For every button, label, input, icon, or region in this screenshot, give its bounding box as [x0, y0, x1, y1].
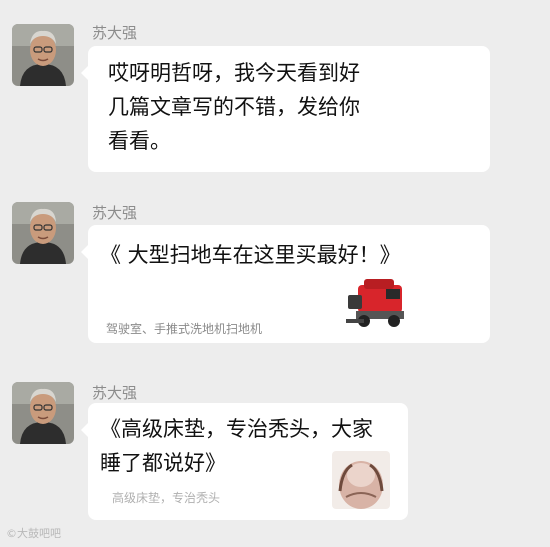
- watermark: ©大鼓吧吧: [6, 527, 61, 540]
- card-subtitle: 驾驶室、手推式洗地机扫地机: [106, 322, 263, 336]
- red-sweeper-vehicle-icon: [346, 279, 404, 327]
- card-title-line: 睡了都说好》: [100, 451, 226, 475]
- avatar[interactable]: [12, 382, 74, 444]
- sender-name: 苏大强: [92, 204, 138, 222]
- card-title-line: 《高级床垫，专治秃头，大家: [100, 417, 373, 441]
- message-text-line: 几篇文章写的不错，发给你: [108, 95, 360, 119]
- message-bubble[interactable]: 哎呀明哲呀，我今天看到好 几篇文章写的不错，发给你 看看。: [81, 46, 490, 172]
- sender-name: 苏大强: [92, 384, 138, 402]
- avatar[interactable]: [12, 202, 74, 264]
- sender-name: 苏大强: [92, 24, 138, 42]
- message-text-line: 看看。: [108, 129, 171, 153]
- link-card[interactable]: 《高级床垫，专治秃头，大家 睡了都说好》 高级床垫，专治秃头: [81, 403, 408, 520]
- old-man-avatar-icon: [12, 24, 74, 86]
- card-subtitle: 高级床垫，专治秃头: [112, 491, 221, 505]
- avatar[interactable]: [12, 24, 74, 86]
- card-thumbnail: [332, 451, 390, 509]
- card-thumbnail: [342, 275, 410, 331]
- old-man-avatar-icon: [12, 382, 74, 444]
- link-card[interactable]: 《 大型扫地车在这里买最好！》 驾驶室、手推式洗地机扫地机: [81, 225, 490, 343]
- card-title: 《 大型扫地车在这里买最好！》: [100, 243, 401, 267]
- bald-head-photo-icon: [332, 451, 390, 509]
- old-man-avatar-icon: [12, 202, 74, 264]
- message-text-line: 哎呀明哲呀，我今天看到好: [108, 61, 360, 85]
